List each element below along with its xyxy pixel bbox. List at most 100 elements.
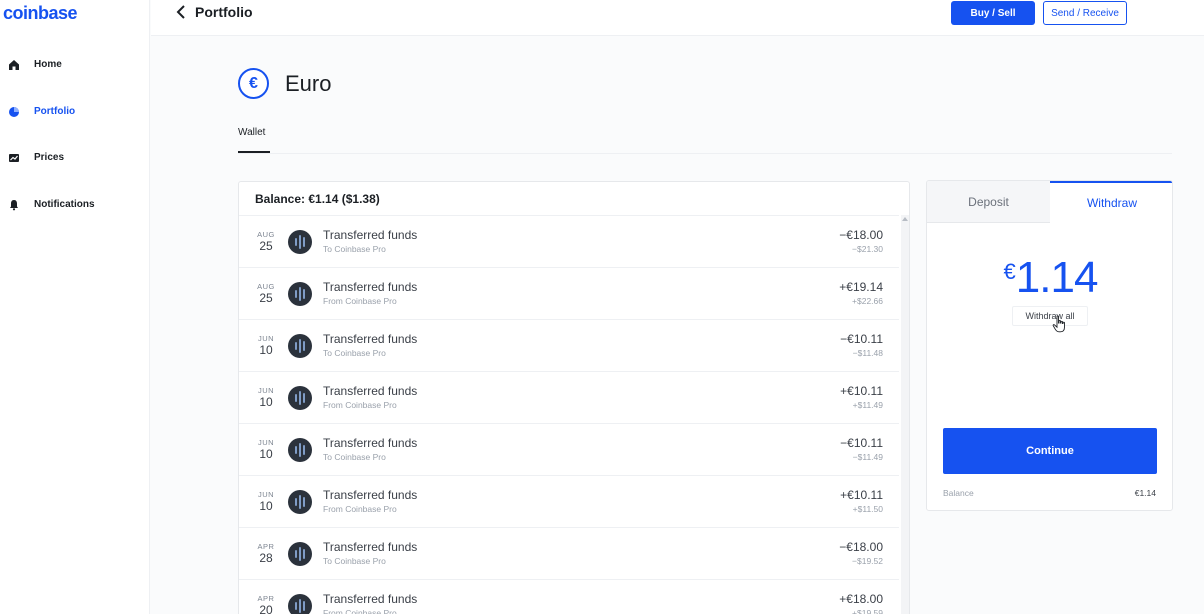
- sidebar-item-notifications[interactable]: Notifications: [0, 190, 150, 220]
- tx-month: JUN: [257, 386, 275, 395]
- sidebar-item-prices[interactable]: Prices: [0, 143, 150, 173]
- pie-chart-icon: [9, 107, 19, 117]
- tx-fiat-amount: +$11.49: [852, 400, 883, 410]
- transaction-row[interactable]: JUN 10 Transferred funds From Coinbase Pro +…: [239, 476, 899, 528]
- tx-title: Transferred funds: [323, 540, 418, 554]
- send-receive-button[interactable]: Send / Receive: [1043, 1, 1127, 25]
- tab-wallet[interactable]: Wallet: [238, 127, 265, 138]
- tx-day: 25: [259, 239, 273, 253]
- transaction-row[interactable]: AUG 25 Transferred funds From Coinbase Pro +…: [239, 268, 899, 320]
- currency-name: Euro: [285, 71, 332, 96]
- tx-amount: +€18.00: [839, 592, 883, 606]
- tx-month: JUN: [257, 438, 275, 447]
- sidebar-item-label: Notifications: [34, 199, 95, 210]
- scrollbar[interactable]: [901, 215, 909, 614]
- tx-title: Transferred funds: [323, 332, 418, 346]
- transaction-row[interactable]: JUN 10 Transferred funds To Coinbase Pro −€1…: [239, 424, 899, 476]
- tx-day: 25: [259, 291, 273, 305]
- hand-cursor-icon: [1052, 315, 1065, 333]
- tx-fiat-amount: −$21.30: [852, 244, 883, 254]
- transactions-panel: Balance: €1.14 ($1.38) AUG 25 Transferred …: [238, 181, 910, 614]
- transfer-icon: [288, 594, 312, 614]
- bell-icon: [10, 200, 18, 211]
- sidebar: coinbase Home Portfolio Prices Notificat…: [0, 0, 150, 614]
- tx-subtitle: To Coinbase Pro: [323, 348, 386, 358]
- page-title: Portfolio: [195, 4, 253, 20]
- transaction-list: AUG 25 Transferred funds To Coinbase Pro −€1…: [239, 215, 899, 614]
- transfer-icon: [288, 542, 312, 566]
- tx-fiat-amount: +$22.66: [852, 296, 883, 306]
- tx-day: 28: [259, 551, 273, 565]
- tx-subtitle: To Coinbase Pro: [323, 244, 386, 254]
- tx-subtitle: From Coinbase Pro: [323, 296, 397, 306]
- continue-button[interactable]: Continue: [943, 428, 1157, 474]
- tx-subtitle: From Coinbase Pro: [323, 608, 397, 614]
- tx-fiat-amount: −$19.52: [852, 556, 883, 566]
- tx-fiat-amount: +$19.59: [852, 608, 883, 614]
- withdraw-amount[interactable]: €1.14: [927, 253, 1172, 303]
- transaction-row[interactable]: APR 20 Transferred funds From Coinbase Pro +…: [239, 580, 899, 614]
- transaction-row[interactable]: JUN 10 Transferred funds From Coinbase Pro +…: [239, 372, 899, 424]
- transaction-row[interactable]: JUN 10 Transferred funds To Coinbase Pro −€1…: [239, 320, 899, 372]
- tx-amount: +€10.11: [840, 488, 883, 502]
- tx-subtitle: To Coinbase Pro: [323, 452, 386, 462]
- withdraw-all-button[interactable]: Withdraw all: [1012, 306, 1088, 326]
- transfer-icon: [288, 334, 312, 358]
- tx-amount: −€10.11: [840, 332, 883, 346]
- tx-title: Transferred funds: [323, 436, 418, 450]
- tx-fiat-amount: −$11.48: [852, 348, 883, 358]
- tx-title: Transferred funds: [323, 384, 418, 398]
- tx-day: 10: [259, 395, 273, 409]
- tx-fiat-amount: +$11.50: [852, 504, 883, 514]
- tx-day: 10: [259, 447, 273, 461]
- coinbase-logo[interactable]: coinbase: [3, 3, 78, 24]
- amount-value: 1.14: [1015, 253, 1099, 302]
- transfer-icon: [288, 386, 312, 410]
- buy-sell-button[interactable]: Buy / Sell: [951, 1, 1035, 25]
- top-header: Portfolio Buy / Sell Send / Receive: [151, 0, 1204, 36]
- tx-title: Transferred funds: [323, 280, 418, 294]
- sidebar-item-label: Portfolio: [34, 106, 76, 117]
- home-icon: [9, 60, 19, 70]
- euro-currency-icon: €: [238, 68, 269, 99]
- scroll-up-icon[interactable]: [902, 217, 908, 221]
- sidebar-item-home[interactable]: Home: [0, 50, 150, 80]
- tx-fiat-amount: −$11.49: [852, 452, 883, 462]
- tx-day: 20: [259, 603, 273, 614]
- tx-amount: +€19.14: [839, 280, 883, 294]
- transaction-row[interactable]: AUG 25 Transferred funds To Coinbase Pro −€1…: [239, 216, 899, 268]
- transfer-icon: [288, 490, 312, 514]
- tx-month: APR: [257, 542, 275, 551]
- tx-subtitle: To Coinbase Pro: [323, 556, 386, 566]
- tx-month: JUN: [257, 490, 275, 499]
- chart-icon: [9, 154, 19, 162]
- sidebar-item-portfolio[interactable]: Portfolio: [0, 97, 150, 127]
- deposit-withdraw-panel: Deposit Withdraw €1.14 Withdraw all Cont…: [926, 180, 1173, 511]
- balance-value: €1.14: [1134, 488, 1156, 498]
- sidebar-item-label: Home: [34, 59, 62, 70]
- amount-currency-symbol: €: [1003, 259, 1016, 284]
- tx-month: APR: [257, 594, 275, 603]
- tx-amount: −€18.00: [839, 228, 883, 242]
- transfer-icon: [288, 438, 312, 462]
- tab-withdraw[interactable]: Withdraw: [1050, 181, 1172, 223]
- transaction-row[interactable]: APR 28 Transferred funds To Coinbase Pro −€1…: [239, 528, 899, 580]
- tx-month: AUG: [257, 282, 275, 291]
- transfer-icon: [288, 282, 312, 306]
- tab-deposit[interactable]: Deposit: [927, 181, 1050, 223]
- tx-day: 10: [259, 499, 273, 513]
- tx-amount: −€10.11: [840, 436, 883, 450]
- tx-month: AUG: [257, 230, 275, 239]
- tx-amount: −€18.00: [839, 540, 883, 554]
- sidebar-item-label: Prices: [34, 152, 65, 163]
- tx-title: Transferred funds: [323, 592, 418, 606]
- balance-label: Balance: [943, 488, 974, 498]
- tx-title: Transferred funds: [323, 228, 418, 242]
- tx-day: 10: [259, 343, 273, 357]
- tx-month: JUN: [257, 334, 275, 343]
- tx-subtitle: From Coinbase Pro: [323, 400, 397, 410]
- tx-title: Transferred funds: [323, 488, 418, 502]
- tx-amount: +€10.11: [840, 384, 883, 398]
- tab-divider: [238, 153, 1172, 154]
- chevron-left-icon[interactable]: [175, 4, 189, 20]
